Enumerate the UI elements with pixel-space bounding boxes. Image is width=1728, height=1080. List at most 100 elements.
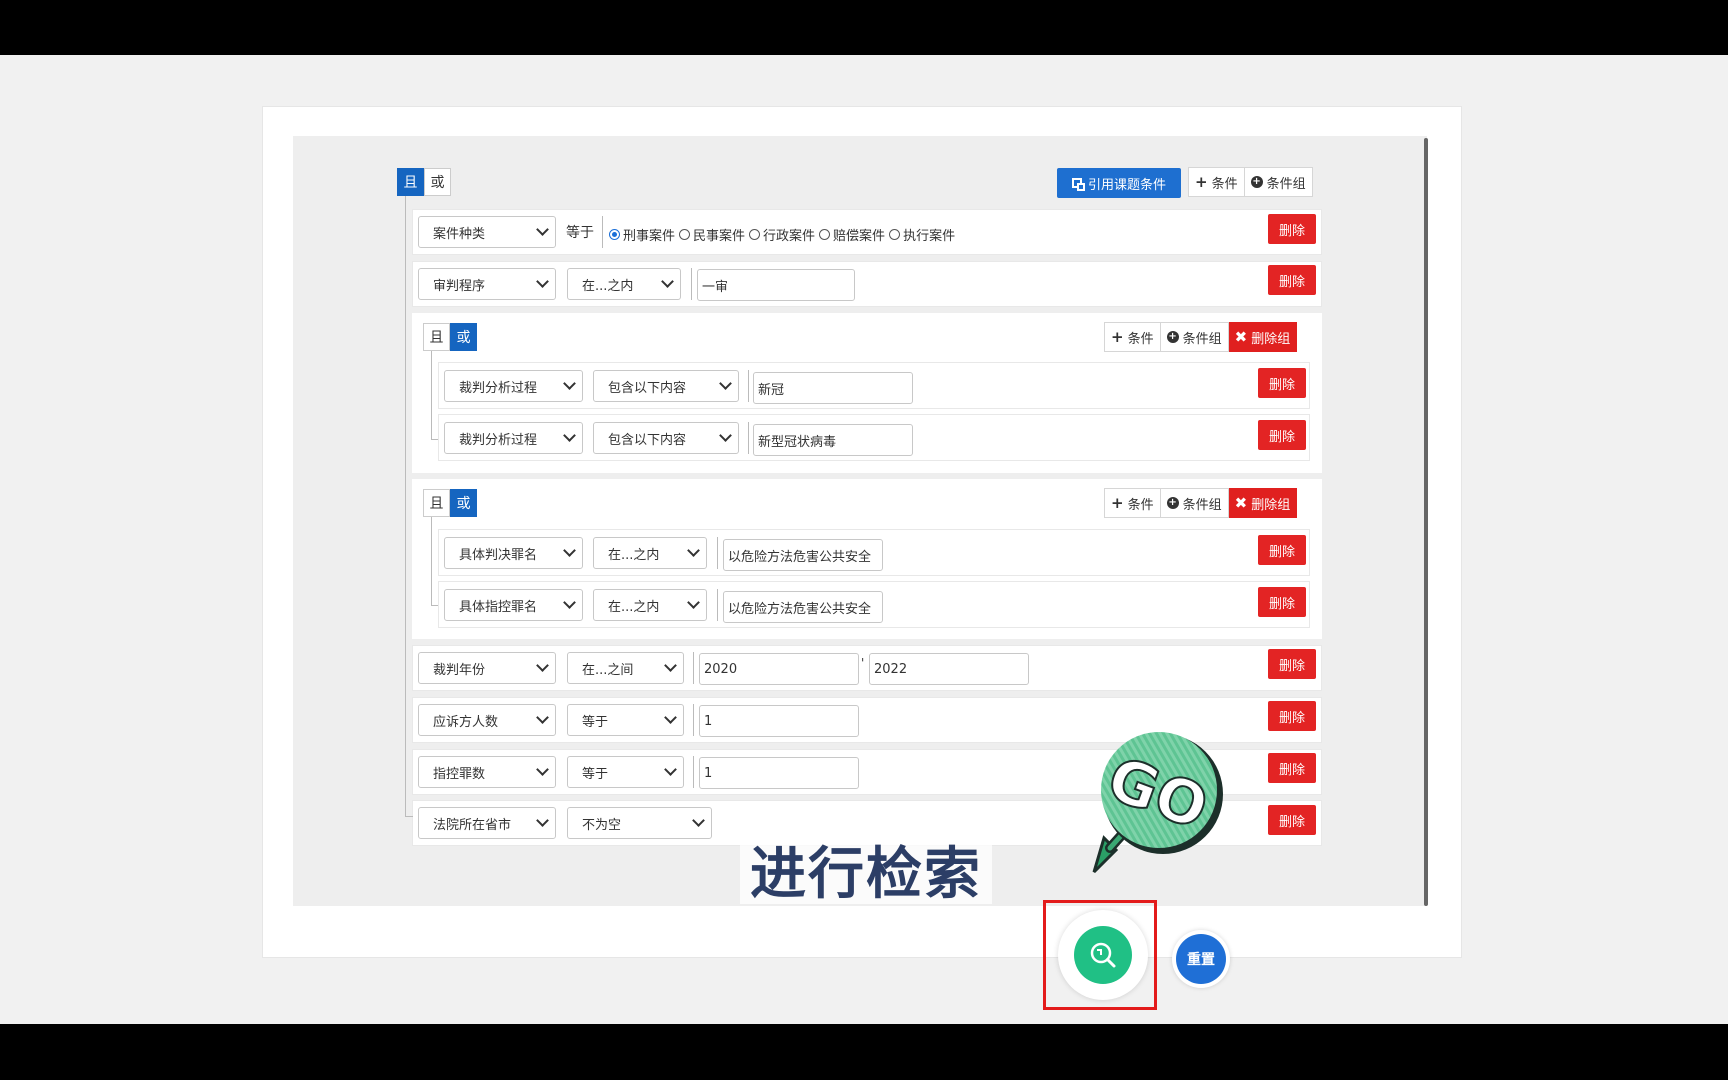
value-input[interactable]: 1 <box>699 757 859 789</box>
delete-button[interactable]: 删除 <box>1268 265 1316 295</box>
root-and-toggle[interactable]: 且 <box>397 168 424 196</box>
delete-button[interactable]: 删除 <box>1268 701 1316 731</box>
chevron-down-icon <box>536 659 549 672</box>
delete-button[interactable]: 删除 <box>1258 368 1306 398</box>
chevron-down-icon <box>536 223 549 236</box>
radio-label: 执行案件 <box>903 229 956 244</box>
group1-logic-toggle: 且 或 <box>423 323 477 351</box>
year-from-input[interactable]: 2020 <box>699 653 859 685</box>
group2-and-toggle[interactable]: 且 <box>423 489 450 517</box>
chevron-down-icon <box>536 763 549 776</box>
group2-add-condition-button[interactable]: + 条件 <box>1104 488 1161 518</box>
radio-label: 赔偿案件 <box>833 229 886 244</box>
delete-button[interactable]: 删除 <box>1268 649 1316 679</box>
plus-icon: + <box>1111 494 1124 512</box>
group1-or-toggle[interactable]: 或 <box>450 323 477 351</box>
group2-or-toggle[interactable]: 或 <box>450 489 477 517</box>
operator-select[interactable]: 包含以下内容 <box>593 422 739 454</box>
divider <box>602 216 603 248</box>
operator-select[interactable]: 在...之间 <box>567 652 684 684</box>
field-select[interactable]: 裁判分析过程 <box>444 422 583 454</box>
overlay-caption: 进行检索 <box>740 834 992 907</box>
radio-administrative[interactable]: 行政案件 <box>749 225 815 244</box>
radio-dot <box>749 229 761 240</box>
radio-dot <box>679 229 691 240</box>
group1-add-condition-button[interactable]: + 条件 <box>1104 322 1161 352</box>
divider <box>693 756 694 788</box>
field-select-value: 裁判分析过程 <box>459 380 538 396</box>
operator-select[interactable]: 等于 <box>567 756 684 788</box>
operator-select-value: 等于 <box>582 714 609 730</box>
group1-buttons: + 条件 + 条件组 ✖ 删除组 <box>1104 322 1298 352</box>
divider <box>691 268 692 300</box>
value-input[interactable]: 一审 <box>697 269 855 301</box>
field-select[interactable]: 法院所在省市 <box>418 807 556 839</box>
delete-group-label: 删除组 <box>1251 497 1291 513</box>
delete-button[interactable]: 删除 <box>1268 805 1316 835</box>
field-select[interactable]: 具体指控罪名 <box>444 589 583 621</box>
radio-compensation[interactable]: 赔偿案件 <box>819 225 885 244</box>
chevron-down-icon <box>536 275 549 288</box>
delete-button[interactable]: 删除 <box>1258 587 1306 617</box>
search-button-face <box>1074 926 1132 984</box>
radio-enforcement[interactable]: 执行案件 <box>889 225 955 244</box>
value-input[interactable]: 新冠 <box>753 372 913 404</box>
field-select[interactable]: 审判程序 <box>418 268 556 300</box>
plus-icon: + <box>1111 328 1124 346</box>
radio-civil[interactable]: 民事案件 <box>679 225 745 244</box>
field-select[interactable]: 应诉方人数 <box>418 704 556 736</box>
reset-button[interactable]: 重置 <box>1172 930 1230 988</box>
group1-add-group-button[interactable]: + 条件组 <box>1160 322 1229 352</box>
field-select[interactable]: 裁判年份 <box>418 652 556 684</box>
cite-topic-conditions-button[interactable]: 引用课题条件 <box>1057 168 1181 198</box>
tree-line <box>405 816 413 817</box>
field-select-value: 应诉方人数 <box>433 714 499 730</box>
operator-select-value: 在...之内 <box>608 599 660 615</box>
tree-line <box>431 351 432 439</box>
delete-button[interactable]: 删除 <box>1268 753 1316 783</box>
operator-select[interactable]: 等于 <box>567 704 684 736</box>
go-sticker: GO <box>1080 730 1230 880</box>
chevron-down-icon <box>719 429 732 442</box>
add-group-button[interactable]: + 条件组 <box>1244 167 1313 197</box>
panel-scrollbar[interactable] <box>1424 138 1428 906</box>
chevron-down-icon <box>661 275 674 288</box>
chevron-down-icon <box>536 711 549 724</box>
group1-delete-group-button[interactable]: ✖ 删除组 <box>1228 322 1298 352</box>
operator-select[interactable]: 不为空 <box>567 807 712 839</box>
operator-select[interactable]: 在...之内 <box>567 268 681 300</box>
delete-button[interactable]: 删除 <box>1258 535 1306 565</box>
value-input[interactable]: 1 <box>699 705 859 737</box>
add-condition-button[interactable]: + 条件 <box>1188 167 1245 197</box>
search-button[interactable] <box>1058 910 1148 1000</box>
group2-add-group-button[interactable]: + 条件组 <box>1160 488 1229 518</box>
field-select[interactable]: 具体判决罪名 <box>444 537 583 569</box>
delete-group-label: 删除组 <box>1251 331 1291 347</box>
delete-button[interactable]: 删除 <box>1268 214 1316 244</box>
delete-button[interactable]: 删除 <box>1258 420 1306 450</box>
group1-and-toggle[interactable]: 且 <box>423 323 450 351</box>
field-select[interactable]: 裁判分析过程 <box>444 370 583 402</box>
value-input[interactable]: 新型冠状病毒 <box>753 424 913 456</box>
cite-topic-conditions-label: 引用课题条件 <box>1087 177 1166 193</box>
chevron-down-icon <box>563 429 576 442</box>
root-or-toggle[interactable]: 或 <box>424 168 451 196</box>
range-separator: ' <box>861 656 865 670</box>
radio-criminal[interactable]: 刑事案件 <box>609 225 675 244</box>
operator-select[interactable]: 包含以下内容 <box>593 370 739 402</box>
plus-circle-icon: + <box>1166 331 1179 343</box>
value-input[interactable]: 以危险方法危害公共安全 <box>723 539 883 571</box>
operator-select[interactable]: 在...之内 <box>593 537 707 569</box>
operator-select[interactable]: 在...之内 <box>593 589 707 621</box>
field-select[interactable]: 案件种类 <box>418 216 556 248</box>
group2-delete-group-button[interactable]: ✖ 删除组 <box>1228 488 1298 518</box>
tree-line <box>405 196 406 816</box>
operator-select-value: 在...之内 <box>582 278 634 294</box>
divider <box>693 704 694 736</box>
value-input[interactable]: 以危险方法危害公共安全 <box>723 591 883 623</box>
radio-dot <box>889 229 901 240</box>
field-select-value: 具体判决罪名 <box>459 547 538 563</box>
chevron-down-icon <box>563 596 576 609</box>
year-to-input[interactable]: 2022 <box>869 653 1029 685</box>
field-select[interactable]: 指控罪数 <box>418 756 556 788</box>
